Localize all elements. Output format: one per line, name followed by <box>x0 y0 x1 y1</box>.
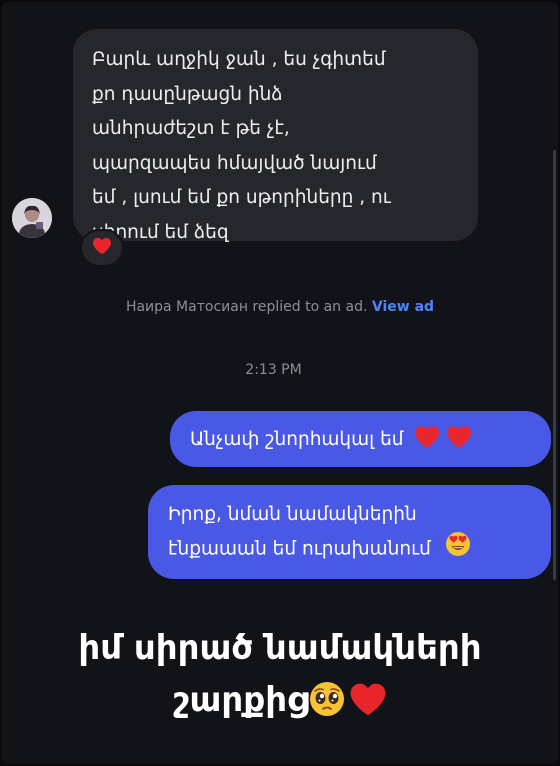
red-heart-emoji-icon <box>414 425 440 454</box>
message-reaction[interactable] <box>80 229 124 267</box>
red-heart-emoji-icon <box>446 425 472 454</box>
dm-conversation-screen: Բարև աղջիկ ջան , ես չգիտեմ քո դասընթացն … <box>2 2 558 764</box>
caption-line: շարքից <box>2 674 558 732</box>
red-heart-emoji-icon <box>349 680 387 732</box>
ad-reply-text: Наира Матосиан replied to an ad. <box>125 299 368 315</box>
view-ad-link[interactable]: View ad <box>372 299 434 315</box>
caption-line: իմ սիրած նամակների <box>78 628 482 668</box>
message-timestamp: 2:13 PM <box>245 362 302 378</box>
message-line: Բարև աղջիկ ջան , ես չգիտեմ <box>92 49 386 70</box>
pleading-face-emoji-icon <box>309 680 345 732</box>
message-line-text: էնքաաան եմ ուրախանում <box>168 538 431 560</box>
sender-avatar[interactable] <box>12 198 52 238</box>
scrollbar[interactable] <box>553 150 556 580</box>
outgoing-message-bubble[interactable]: Իրոք, նման նամակներին էնքաաան եմ ուրախան… <box>148 485 551 579</box>
caption-line-text: շարքից <box>172 680 310 720</box>
overlay-caption: իմ սիրած նամակների շարքից <box>2 622 558 732</box>
message-line: էնքաաան եմ ուրախանում <box>168 531 531 568</box>
message-line: պարզապես հմայված նայում <box>92 152 377 174</box>
heart-eyes-emoji-icon <box>445 531 471 568</box>
message-text: Անչափ շնորհակալ եմ <box>190 428 404 450</box>
message-line: սիրում եմ ձեզ <box>92 221 229 243</box>
outgoing-message-bubble[interactable]: Անչափ շնորհակալ եմ <box>170 411 551 467</box>
message-line: քո դասընթացն ինձ <box>92 83 283 105</box>
incoming-message-bubble[interactable]: Բարև աղջիկ ջան , ես չգիտեմ քո դասընթացն … <box>73 29 478 243</box>
ad-reply-notice: Наира Матосиан replied to an ad. View ad <box>2 299 558 315</box>
message-line: անհրաժեշտ է թե չէ, <box>92 118 290 139</box>
red-heart-emoji-icon <box>92 237 112 259</box>
message-line: Իրոք, նման նամակներին <box>168 504 417 525</box>
message-line: եմ , լսում եմ քո սթորիները , ու <box>92 187 391 208</box>
